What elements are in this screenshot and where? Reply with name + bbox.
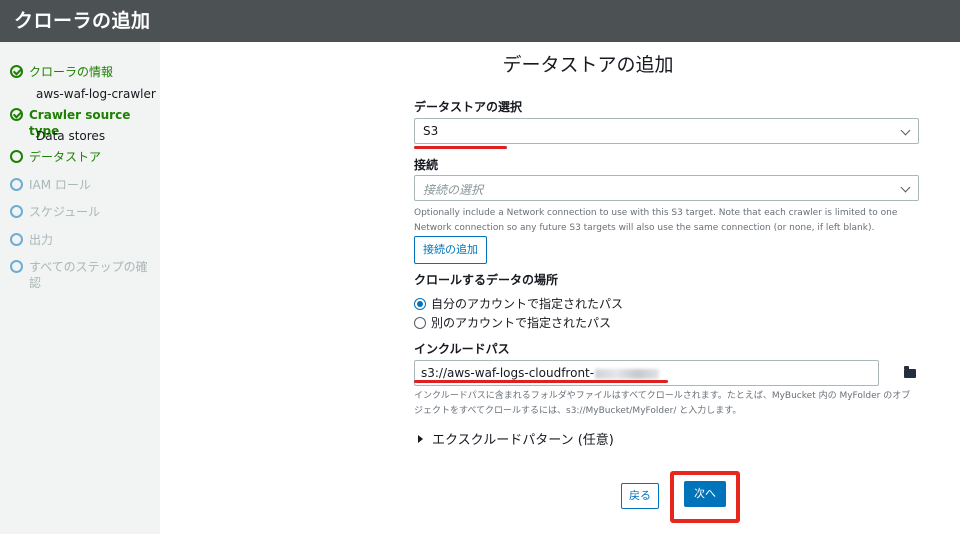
radio-label: 別のアカウントで指定されたパス (431, 316, 612, 330)
step-label: すべてのステップの確認 (29, 260, 148, 290)
page-header-title: クローラの追加 (14, 10, 151, 32)
radio-other-account[interactable]: 別のアカウントで指定されたパス (414, 314, 611, 331)
redacted-bucket-suffix (595, 368, 660, 379)
step-label: クローラの情報 (29, 65, 114, 79)
circle-icon (10, 260, 23, 273)
include-path-label: インクルードパス (414, 342, 510, 356)
chevron-down-icon (900, 182, 911, 193)
connection-help-text: Optionally include a Network connection … (414, 208, 898, 233)
step-crawler-info[interactable]: クローラの情報 (10, 64, 155, 80)
circle-icon (10, 150, 23, 163)
annotation-highlight-next (670, 471, 740, 523)
step-label: IAM ロール (29, 178, 91, 192)
exclude-patterns-label: エクスクルードパターン (任意) (432, 433, 614, 448)
exclude-patterns-expander[interactable]: エクスクルードパターン (任意) (418, 429, 614, 448)
caret-right-icon (418, 434, 423, 443)
step-schedule: スケジュール (10, 204, 155, 220)
location-label: クロールするデータの場所 (414, 273, 559, 287)
main-panel: データストアの追加 (160, 42, 960, 534)
annotation-underline-datastore (414, 146, 507, 149)
step-label: データストア (29, 150, 102, 164)
connection-placeholder: 接続の選択 (423, 183, 484, 197)
check-circle-icon (10, 108, 23, 121)
datastore-label: データストアの選択 (414, 100, 523, 114)
step-sub-source-type: Data stores (36, 129, 106, 143)
connection-label: 接続 (414, 158, 439, 172)
folder-icon[interactable] (904, 366, 916, 378)
radio-my-account[interactable]: 自分のアカウントで指定されたパス (414, 295, 623, 312)
include-path-value: s3://aws-waf-logs-cloudfront- (421, 366, 595, 380)
step-label: 出力 (29, 233, 54, 247)
back-button[interactable]: 戻る (621, 483, 659, 509)
check-circle-icon (10, 65, 23, 78)
radio-button[interactable] (414, 297, 426, 310)
include-path-help-text: インクルードパスに含まれるフォルダやファイルはすべてクロールされます。たとえば、… (414, 391, 911, 416)
app-header: クローラの追加 (0, 0, 960, 42)
chevron-down-icon (900, 125, 911, 136)
step-data-store[interactable]: データストア (10, 149, 155, 165)
datastore-select[interactable]: S3 (414, 118, 919, 144)
circle-icon (10, 178, 23, 191)
circle-icon (10, 233, 23, 246)
radio-button[interactable] (414, 316, 426, 329)
circle-icon (10, 205, 23, 218)
wizard-steps-sidebar: クローラの情報 aws-waf-log-crawler Crawler sour… (0, 42, 160, 534)
step-review: すべてのステップの確認 (10, 259, 155, 291)
step-output: 出力 (10, 232, 155, 248)
step-label: スケジュール (29, 205, 101, 219)
connection-select[interactable]: 接続の選択 (414, 175, 919, 201)
step-iam-role: IAM ロール (10, 177, 155, 193)
step-sub-crawler-name: aws-waf-log-crawler (36, 87, 156, 101)
radio-label: 自分のアカウントで指定されたパス (431, 297, 624, 311)
page-title: データストアの追加 (502, 54, 674, 76)
annotation-underline-path (414, 380, 668, 383)
add-connection-button[interactable]: 接続の追加 (414, 236, 487, 264)
datastore-value: S3 (423, 124, 439, 138)
